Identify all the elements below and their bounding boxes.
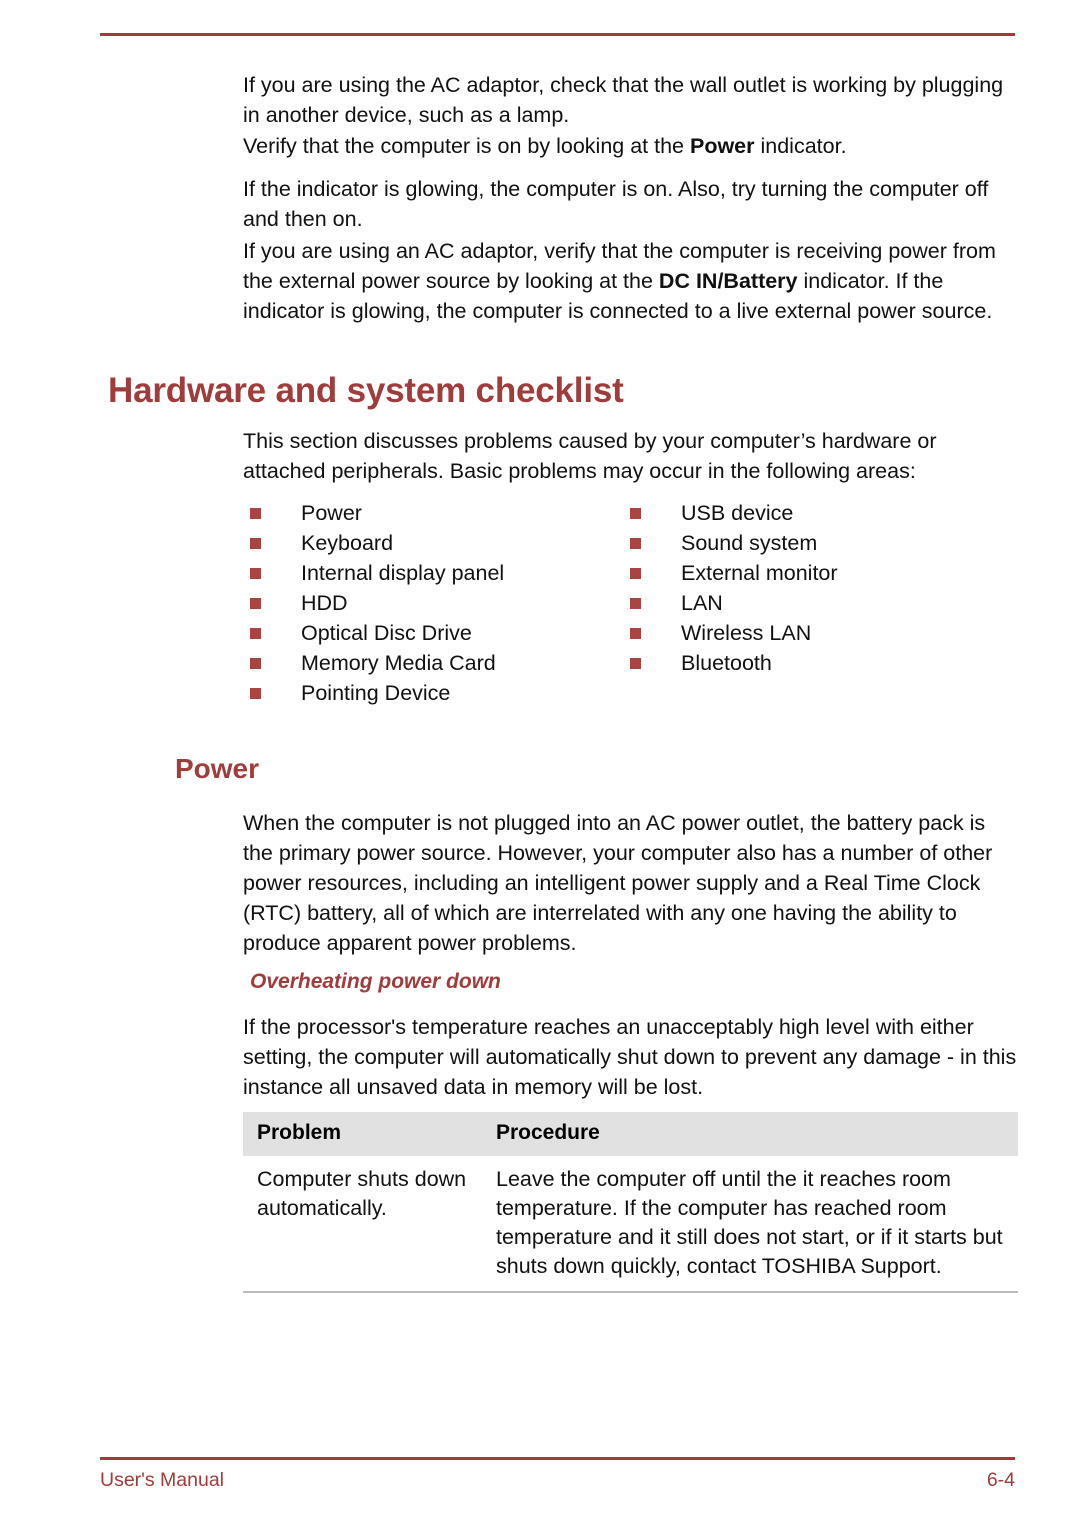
list-item: USB device	[630, 498, 1010, 528]
table-header-procedure: Procedure	[481, 1112, 1018, 1156]
list-item: HDD	[250, 588, 630, 618]
table-body: Computer shuts down automatically. Leave…	[243, 1156, 1018, 1293]
paragraph-text-part: Verify that the computer is on by lookin…	[243, 134, 690, 158]
power-indicator-bold: Power	[689, 134, 755, 158]
table-head: Problem Procedure	[243, 1112, 1018, 1156]
paragraph-indicator-glowing: If the indicator is glowing, the compute…	[243, 174, 1018, 234]
checklist-column-right: USB device Sound system External monitor…	[630, 498, 1010, 678]
square-bullet-icon	[250, 658, 261, 669]
square-bullet-icon	[250, 598, 261, 609]
square-bullet-icon	[250, 568, 261, 579]
list-item: Sound system	[630, 528, 1010, 558]
square-bullet-icon	[630, 598, 641, 609]
subsection-heading-power: Power	[175, 753, 260, 784]
square-bullet-icon	[250, 508, 261, 519]
list-item-label: Bluetooth	[681, 651, 772, 675]
square-bullet-icon	[630, 658, 641, 669]
list-item: Pointing Device	[250, 678, 630, 708]
list-item-label: Memory Media Card	[301, 651, 496, 675]
square-bullet-icon	[630, 568, 641, 579]
problem-procedure-table: Problem Procedure Computer shuts down au…	[243, 1112, 1018, 1293]
list-item-label: Keyboard	[301, 531, 394, 555]
paragraph-text-part: indicator.	[754, 134, 847, 158]
footer-page-number: 6-4	[986, 1469, 1015, 1491]
list-item-label: USB device	[681, 501, 794, 525]
list-item: Optical Disc Drive	[250, 618, 630, 648]
list-item: External monitor	[630, 558, 1010, 588]
list-item-label: Pointing Device	[301, 681, 451, 705]
paragraph-dc-in-battery: If you are using an AC adaptor, verify t…	[243, 236, 1018, 326]
list-item-label: Internal display panel	[301, 561, 505, 585]
header-rule	[100, 33, 1015, 36]
document-page: If you are using the AC adaptor, check t…	[0, 0, 1080, 1521]
list-item-label: Power	[301, 501, 362, 525]
table-cell-problem: Computer shuts down automatically.	[243, 1156, 482, 1293]
paragraph-ac-adaptor-wall-outlet: If you are using the AC adaptor, check t…	[243, 70, 1018, 130]
footer-manual-label: User's Manual	[100, 1469, 225, 1491]
square-bullet-icon	[250, 688, 261, 699]
paragraph-text: When the computer is not plugged into an…	[243, 811, 993, 955]
table-header-row: Problem Procedure	[243, 1112, 1018, 1156]
list-item-label: External monitor	[681, 561, 838, 585]
paragraph-text: If the indicator is glowing, the compute…	[243, 177, 989, 231]
list-item: Keyboard	[250, 528, 630, 558]
table-cell-procedure: Leave the computer off until the it reac…	[481, 1156, 1018, 1293]
paragraph-power-overview: When the computer is not plugged into an…	[243, 808, 1018, 958]
list-item-label: HDD	[301, 591, 348, 615]
page-footer: User's Manual 6-4	[100, 1465, 1015, 1495]
list-item: Bluetooth	[630, 648, 1010, 678]
dc-in-battery-bold: DC IN/Battery	[658, 269, 798, 293]
subsection-heading-overheating-power-down: Overheating power down	[250, 970, 501, 993]
list-item: Wireless LAN	[630, 618, 1010, 648]
square-bullet-icon	[630, 508, 641, 519]
square-bullet-icon	[630, 628, 641, 639]
table-header-problem: Problem	[243, 1112, 482, 1156]
list-item-label: Wireless LAN	[681, 621, 812, 645]
list-item-label: LAN	[681, 591, 723, 615]
list-item-label: Sound system	[681, 531, 818, 555]
square-bullet-icon	[250, 538, 261, 549]
paragraph-text: This section discusses problems caused b…	[243, 429, 937, 483]
list-item-label: Optical Disc Drive	[301, 621, 472, 645]
paragraph-text: If the processor's temperature reaches a…	[243, 1015, 1017, 1099]
list-item: Power	[250, 498, 630, 528]
footer-rule	[100, 1457, 1015, 1460]
list-item: Memory Media Card	[250, 648, 630, 678]
section-heading-hardware-and-system-checklist: Hardware and system checklist	[108, 371, 624, 410]
paragraph-verify-power-indicator: Verify that the computer is on by lookin…	[243, 131, 1018, 161]
paragraph-text: If you are using the AC adaptor, check t…	[243, 73, 1004, 127]
list-item: Internal display panel	[250, 558, 630, 588]
square-bullet-icon	[250, 628, 261, 639]
list-item: LAN	[630, 588, 1010, 618]
table-row: Computer shuts down automatically. Leave…	[243, 1156, 1018, 1293]
checklist-column-left: Power Keyboard Internal display panel HD…	[250, 498, 630, 708]
square-bullet-icon	[630, 538, 641, 549]
paragraph-section-intro: This section discusses problems caused b…	[243, 426, 1018, 486]
paragraph-overheating-power-down: If the processor's temperature reaches a…	[243, 1012, 1018, 1102]
